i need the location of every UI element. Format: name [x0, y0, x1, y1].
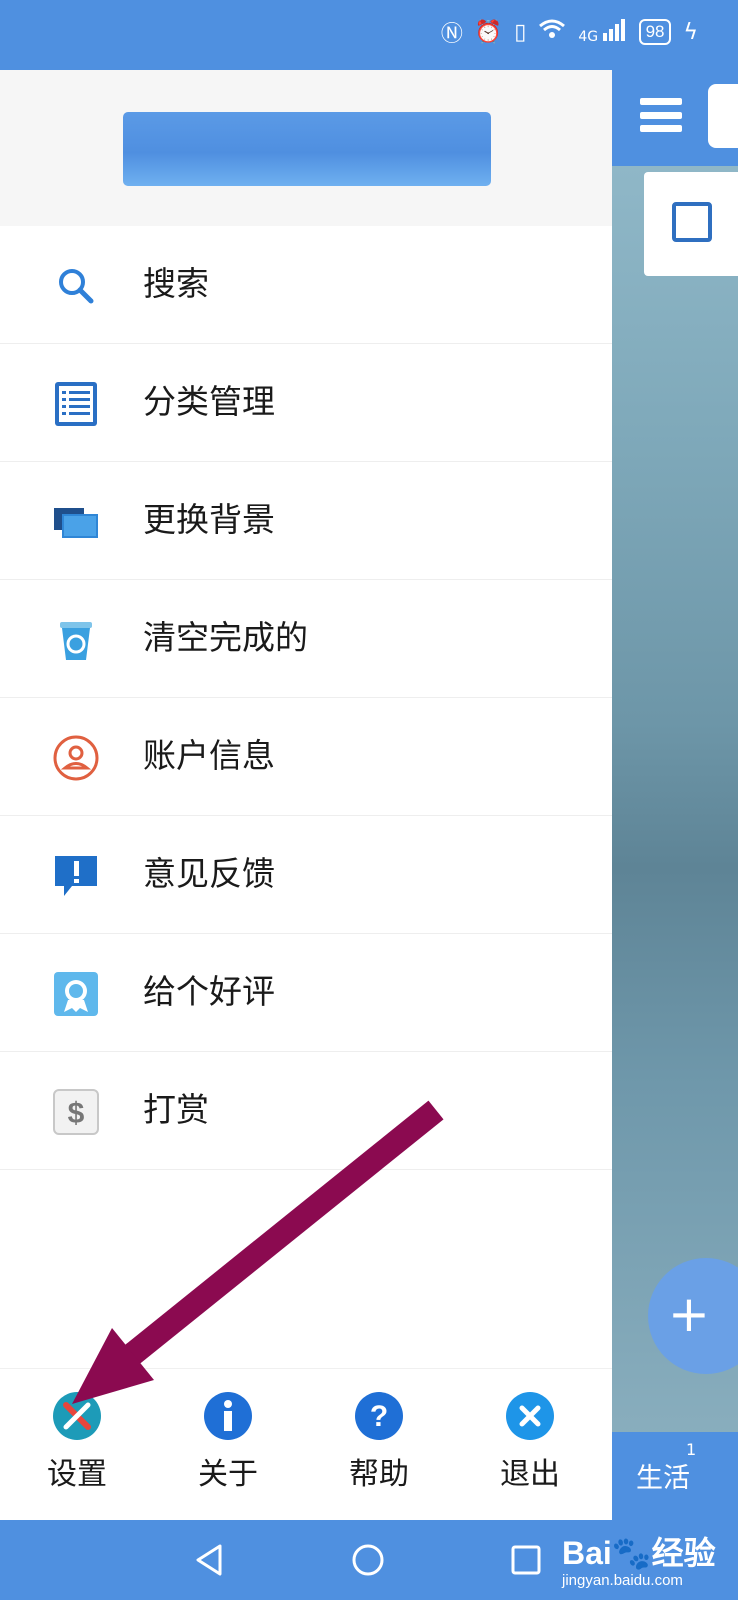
screens-icon: [54, 508, 98, 538]
status-bar: Ⓝ ⏰ ▯ 4G 98 ϟ: [0, 0, 738, 70]
wifi-icon: [538, 18, 566, 46]
help-icon: ?: [355, 1392, 403, 1440]
svg-text:$: $: [68, 1097, 85, 1130]
settings-label: 设置: [47, 1457, 107, 1492]
alarm-icon: ⏰: [474, 19, 503, 45]
menu-item-feedback[interactable]: 意见反馈: [0, 816, 612, 934]
background-tab[interactable]: [708, 84, 738, 148]
search-icon: [59, 269, 94, 304]
exit-button[interactable]: 退出: [475, 1391, 585, 1501]
about-button[interactable]: 关于: [173, 1391, 283, 1501]
menu-item-rate[interactable]: 给个好评: [0, 934, 612, 1052]
menu-label-categories: 分类管理: [143, 382, 275, 421]
award-icon: [54, 972, 98, 1016]
help-button[interactable]: ? 帮助: [324, 1391, 434, 1501]
background-app: + 生活 1: [612, 70, 738, 1520]
system-nav-bar: Bai🐾经验 jingyan.baidu.com: [0, 1520, 738, 1600]
header-banner[interactable]: [123, 112, 491, 186]
user-circle-icon: [53, 735, 99, 781]
info-icon: [204, 1392, 252, 1440]
settings-button[interactable]: 设置: [22, 1391, 132, 1501]
drawer-bottom-actions: 设置 关于 ? 帮助 退出: [0, 1368, 612, 1521]
menu-icon[interactable]: [640, 98, 682, 132]
vibrate-icon: ▯: [514, 19, 527, 45]
about-label: 关于: [198, 1457, 258, 1492]
watermark: Bai🐾经验 jingyan.baidu.com: [562, 1528, 716, 1589]
dollar-icon: $: [53, 1089, 99, 1135]
menu-label-search: 搜索: [143, 264, 209, 303]
task-card[interactable]: [644, 172, 738, 276]
navigation-drawer: 搜索 分类管理 更换背景 清空完成的 账户信息 意见反馈 给个好评 $ 打赏 设…: [0, 70, 612, 1520]
svg-text:?: ?: [370, 1400, 388, 1433]
tab-badge: 1: [686, 1440, 697, 1459]
charging-icon: ϟ: [683, 19, 698, 45]
back-icon[interactable]: [192, 1542, 228, 1578]
recycle-bin-icon: [60, 622, 92, 660]
task-checkbox[interactable]: [672, 202, 712, 242]
close-icon: [506, 1392, 554, 1440]
recents-icon[interactable]: [508, 1542, 544, 1578]
menu-label-clear: 清空完成的: [143, 618, 308, 657]
exit-label: 退出: [500, 1457, 560, 1492]
list-icon: [55, 382, 97, 426]
background-toolbar: [612, 70, 738, 166]
home-icon[interactable]: [350, 1542, 386, 1578]
menu-label-feedback: 意见反馈: [143, 854, 275, 893]
menu-label-rate: 给个好评: [143, 972, 275, 1011]
menu-item-categories[interactable]: 分类管理: [0, 344, 612, 462]
menu-label-account: 账户信息: [143, 736, 275, 775]
menu-item-account[interactable]: 账户信息: [0, 698, 612, 816]
watermark-url: jingyan.baidu.com: [562, 1572, 683, 1589]
drawer-header: [0, 70, 612, 226]
menu-item-search[interactable]: 搜索: [0, 226, 612, 344]
menu-item-tip[interactable]: $ 打赏: [0, 1052, 612, 1170]
nfc-icon: Ⓝ: [440, 22, 463, 47]
menu-item-clear[interactable]: 清空完成的: [0, 580, 612, 698]
battery-level: 98: [638, 19, 672, 45]
feedback-icon: [55, 856, 97, 896]
background-bottom-bar: 生活 1: [612, 1432, 738, 1520]
signal-icon: 4G: [578, 19, 626, 45]
tab-life[interactable]: 生活: [636, 1456, 690, 1495]
add-fab-button[interactable]: +: [648, 1258, 738, 1374]
menu-label-tip: 打赏: [143, 1090, 209, 1129]
menu-label-background: 更换背景: [143, 500, 275, 539]
watermark-brand: Bai🐾经验: [562, 1535, 716, 1571]
network-type-label: 4G: [578, 29, 599, 45]
menu-item-background[interactable]: 更换背景: [0, 462, 612, 580]
tools-icon: [53, 1392, 101, 1440]
help-label: 帮助: [349, 1457, 409, 1492]
status-icons: Ⓝ ⏰ ▯ 4G 98 ϟ: [441, 16, 698, 48]
